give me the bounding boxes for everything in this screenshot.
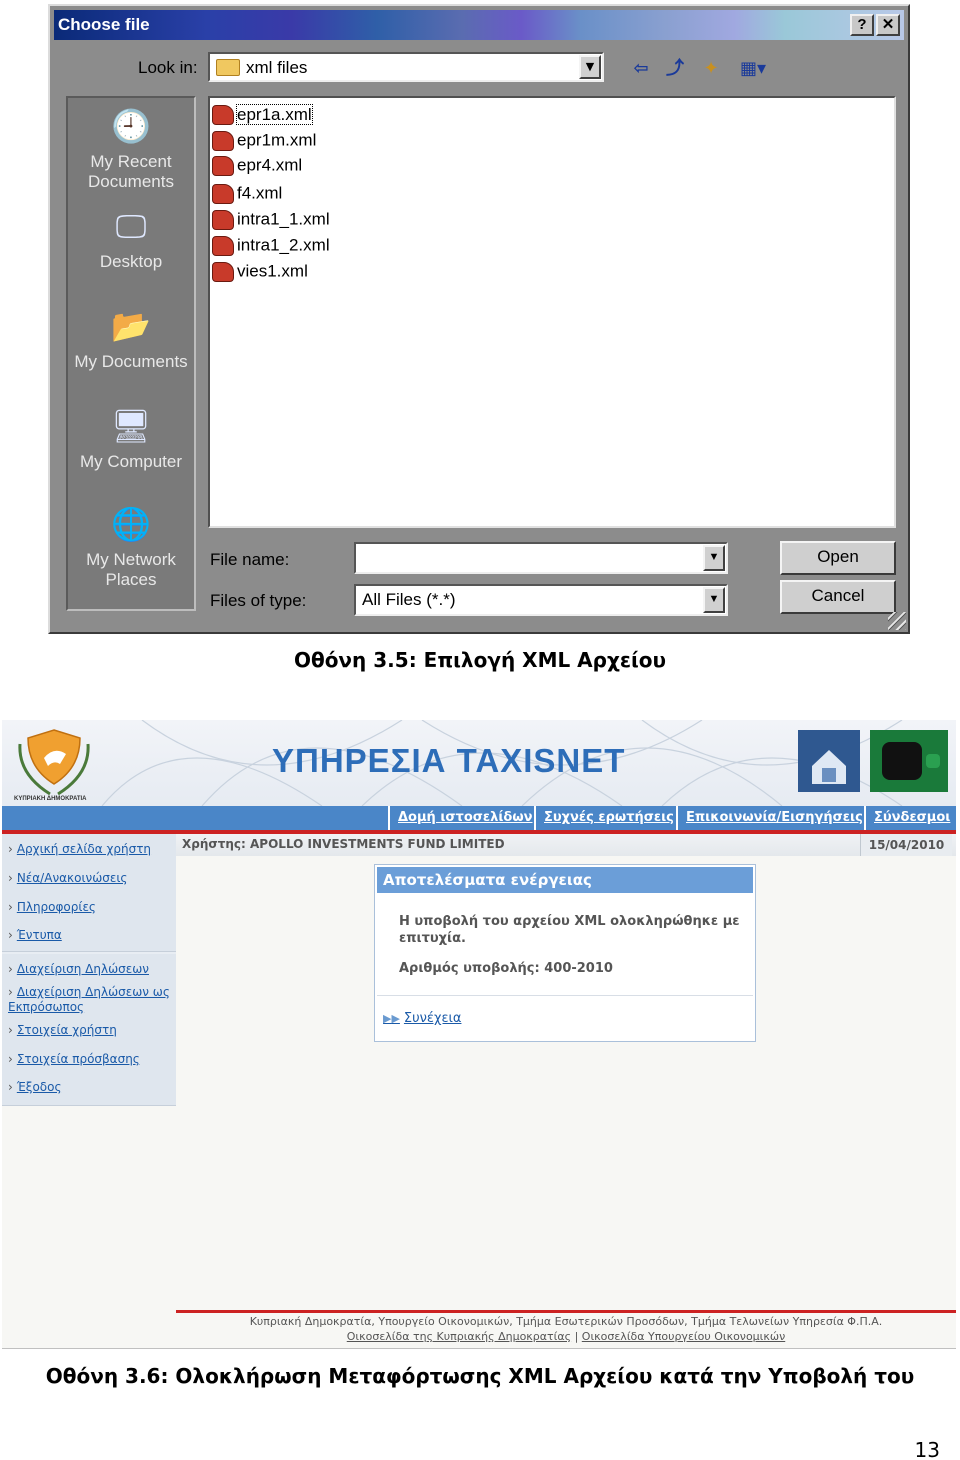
folder-icon xyxy=(216,59,240,76)
place-my-documents[interactable]: 📂 My Documents xyxy=(68,304,194,372)
sidebar-group-info: Αρχική σελίδα χρήστη Νέα/Ανακοινώσεις Πλ… xyxy=(2,834,176,952)
look-in-dropdown[interactable]: xml files ▼ xyxy=(208,52,604,82)
caption-screen-3-5: Οθόνη 3.5: Επιλογή XML Αρχείου xyxy=(293,648,667,672)
up-folder-icon[interactable]: ⤴ xyxy=(662,58,688,80)
result-divider xyxy=(377,995,753,996)
sidebar-group-declarations: Διαχείριση Δηλώσεων Διαχείριση Δηλώσεων … xyxy=(2,954,176,1106)
chevron-down-icon[interactable]: ▼ xyxy=(579,55,601,79)
places-bar: 🕘 My Recent Documents 🖵 Desktop 📂 My Doc… xyxy=(66,96,196,611)
documents-folder-icon: 📂 xyxy=(111,308,151,344)
chevron-down-icon[interactable]: ▼ xyxy=(703,545,725,571)
cancel-button[interactable]: Cancel xyxy=(780,580,896,614)
file-item[interactable]: intra1_1.xml xyxy=(212,207,330,231)
place-label: My Documents xyxy=(74,352,188,371)
result-panel: Αποτελέσματα ενέργειας Η υποβολή του αρχ… xyxy=(374,864,756,1042)
place-label: Desktop xyxy=(99,252,163,271)
footer-link-cyprus-gov[interactable]: Οικοσελίδα της Κυπριακής Δημοκρατίας xyxy=(347,1330,571,1343)
footer: Κυπριακή Δημοκρατία, Υπουργείο Οικονομικ… xyxy=(176,1314,956,1344)
resize-grip[interactable] xyxy=(888,612,906,630)
continue-link[interactable]: ▶▶ Συνέχεια xyxy=(383,1011,461,1026)
computer-icon: 🖥 xyxy=(110,408,152,444)
date-display: 15/04/2010 xyxy=(860,834,952,856)
look-in-label: Look in: xyxy=(138,58,198,77)
file-item[interactable]: epr1a.xml xyxy=(212,102,313,126)
sidebar-item-news[interactable]: Νέα/Ανακοινώσεις xyxy=(8,871,128,886)
file-name-input[interactable]: ▼ xyxy=(354,542,728,574)
header-banner: ΚΥΠΡΙΑΚΗ ΔΗΜΟΚΡΑΤΙΑ ΥΠΗΡΕΣΙΑ TAXISNET xyxy=(2,720,956,806)
place-label: My Recent Documents xyxy=(88,152,174,191)
sidebar: Αρχική σελίδα χρήστη Νέα/Ανακοινώσεις Πλ… xyxy=(2,834,176,1106)
choose-file-dialog: Choose file ? ✕ Look in: xml files ▼ ⇦ ⤴… xyxy=(48,4,910,634)
tax-house-logo-icon xyxy=(798,730,860,792)
place-my-recent-documents[interactable]: 🕘 My Recent Documents xyxy=(68,104,194,192)
new-folder-icon[interactable]: ✦ xyxy=(698,58,724,80)
sidebar-item-user-details[interactable]: Στοιχεία χρήστη xyxy=(8,1023,117,1038)
nav-site-map[interactable]: Δομή ιστοσελίδων xyxy=(388,806,533,830)
open-button[interactable]: Open xyxy=(780,541,896,575)
xml-file-icon xyxy=(212,235,234,256)
result-message: Η υποβολή του αρχείου XML ολοκληρώθηκε μ… xyxy=(399,914,740,946)
file-item[interactable]: intra1_2.xml xyxy=(212,233,330,257)
file-item[interactable]: vies1.xml xyxy=(212,259,308,283)
screenshot-bottom-rule xyxy=(2,1348,956,1349)
sidebar-item-manage-as-representative[interactable]: Διαχείριση Δηλώσεων ως Εκπρόσωπος xyxy=(8,985,174,1015)
file-name-label: File name: xyxy=(210,550,290,569)
service-title: ΥΠΗΡΕΣΙΑ TAXISNET xyxy=(272,742,626,779)
dialog-title: Choose file xyxy=(58,15,150,34)
footer-text: Κυπριακή Δημοκρατία, Υπουργείο Οικονομικ… xyxy=(249,1315,883,1328)
result-title: Αποτελέσματα ενέργειας xyxy=(377,867,753,893)
sidebar-item-forms[interactable]: Έντυπα xyxy=(8,928,62,943)
file-item[interactable]: f4.xml xyxy=(212,181,282,205)
sidebar-item-access-details[interactable]: Στοιχεία πρόσβασης xyxy=(8,1052,140,1067)
back-arrow-icon[interactable]: ⇦ xyxy=(628,58,654,80)
footer-link-ministry[interactable]: Οικοσελίδα Υπουργείου Οικονομικών xyxy=(582,1330,785,1343)
cyprus-crest-icon xyxy=(18,729,90,796)
xml-file-icon xyxy=(212,183,234,204)
sidebar-item-home[interactable]: Αρχική σελίδα χρήστη xyxy=(8,842,151,857)
submission-number: Αριθμός υποβολής: 400-2010 xyxy=(399,961,613,976)
view-menu-icon[interactable]: ▦▾ xyxy=(734,58,772,80)
chevron-down-icon[interactable]: ▼ xyxy=(703,587,725,613)
footer-divider xyxy=(176,1310,956,1313)
user-label: Χρήστης: APOLLO INVESTMENTS FUND LIMITED xyxy=(182,837,505,851)
close-button[interactable]: ✕ xyxy=(876,14,900,36)
place-my-network-places[interactable]: 🌐 My Network Places xyxy=(68,502,194,590)
place-desktop[interactable]: 🖵 Desktop xyxy=(68,204,194,272)
file-item[interactable]: epr4.xml xyxy=(212,153,302,177)
xml-file-icon xyxy=(212,104,234,125)
dialog-title-bar[interactable]: Choose file ? ✕ xyxy=(54,10,904,40)
sidebar-item-logout[interactable]: Έξοδος xyxy=(8,1080,62,1095)
files-of-type-label: Files of type: xyxy=(210,591,307,610)
network-globe-icon: 🌐 xyxy=(111,506,151,542)
caption-screen-3-6: Οθόνη 3.6: Ολοκλήρωση Μεταφόρτωσης XML Α… xyxy=(45,1364,915,1388)
nav-links[interactable]: Σύνδεσμοι xyxy=(864,806,950,830)
double-arrow-icon: ▶▶ xyxy=(383,1012,400,1025)
place-label: My Network Places xyxy=(86,550,176,589)
clock-document-icon: 🕘 xyxy=(111,108,151,144)
crest-label: ΚΥΠΡΙΑΚΗ ΔΗΜΟΚΡΑΤΙΑ xyxy=(14,796,87,802)
file-list[interactable]: epr1a.xml epr1m.xml epr4.xml f4.xml intr… xyxy=(208,96,896,528)
sidebar-item-manage-declarations[interactable]: Διαχείριση Δηλώσεων xyxy=(8,962,149,977)
xml-file-icon xyxy=(212,209,234,230)
xml-file-icon xyxy=(212,261,234,282)
sidebar-item-information[interactable]: Πληροφορίες xyxy=(8,900,96,915)
place-label: My Computer xyxy=(79,452,183,471)
desktop-icon: 🖵 xyxy=(115,208,147,244)
files-of-type-dropdown[interactable]: All Files (*.*) ▼ xyxy=(354,584,728,616)
files-of-type-value: All Files (*.*) xyxy=(362,590,456,609)
look-in-value: xml files xyxy=(246,58,308,77)
help-button[interactable]: ? xyxy=(850,14,874,36)
footer-separator: | xyxy=(574,1330,579,1343)
nav-faq[interactable]: Συχνές ερωτήσεις xyxy=(534,806,674,830)
xml-file-icon xyxy=(212,130,234,151)
user-bar: Χρήστης: APOLLO INVESTMENTS FUND LIMITED… xyxy=(176,834,956,856)
page-number: 13 xyxy=(914,1438,940,1460)
taxisnet-page: ΚΥΠΡΙΑΚΗ ΔΗΜΟΚΡΑΤΙΑ ΥΠΗΡΕΣΙΑ TAXISNET Δο… xyxy=(2,720,956,1348)
xml-file-icon xyxy=(212,155,234,176)
nav-contact[interactable]: Επικοινωνία/Εισηγήσεις xyxy=(676,806,863,830)
customs-logo-icon xyxy=(870,730,948,792)
top-navigation: Δομή ιστοσελίδων Συχνές ερωτήσεις Επικοι… xyxy=(2,806,956,830)
file-item[interactable]: epr1m.xml xyxy=(212,128,316,152)
place-my-computer[interactable]: 🖥 My Computer xyxy=(68,404,194,472)
